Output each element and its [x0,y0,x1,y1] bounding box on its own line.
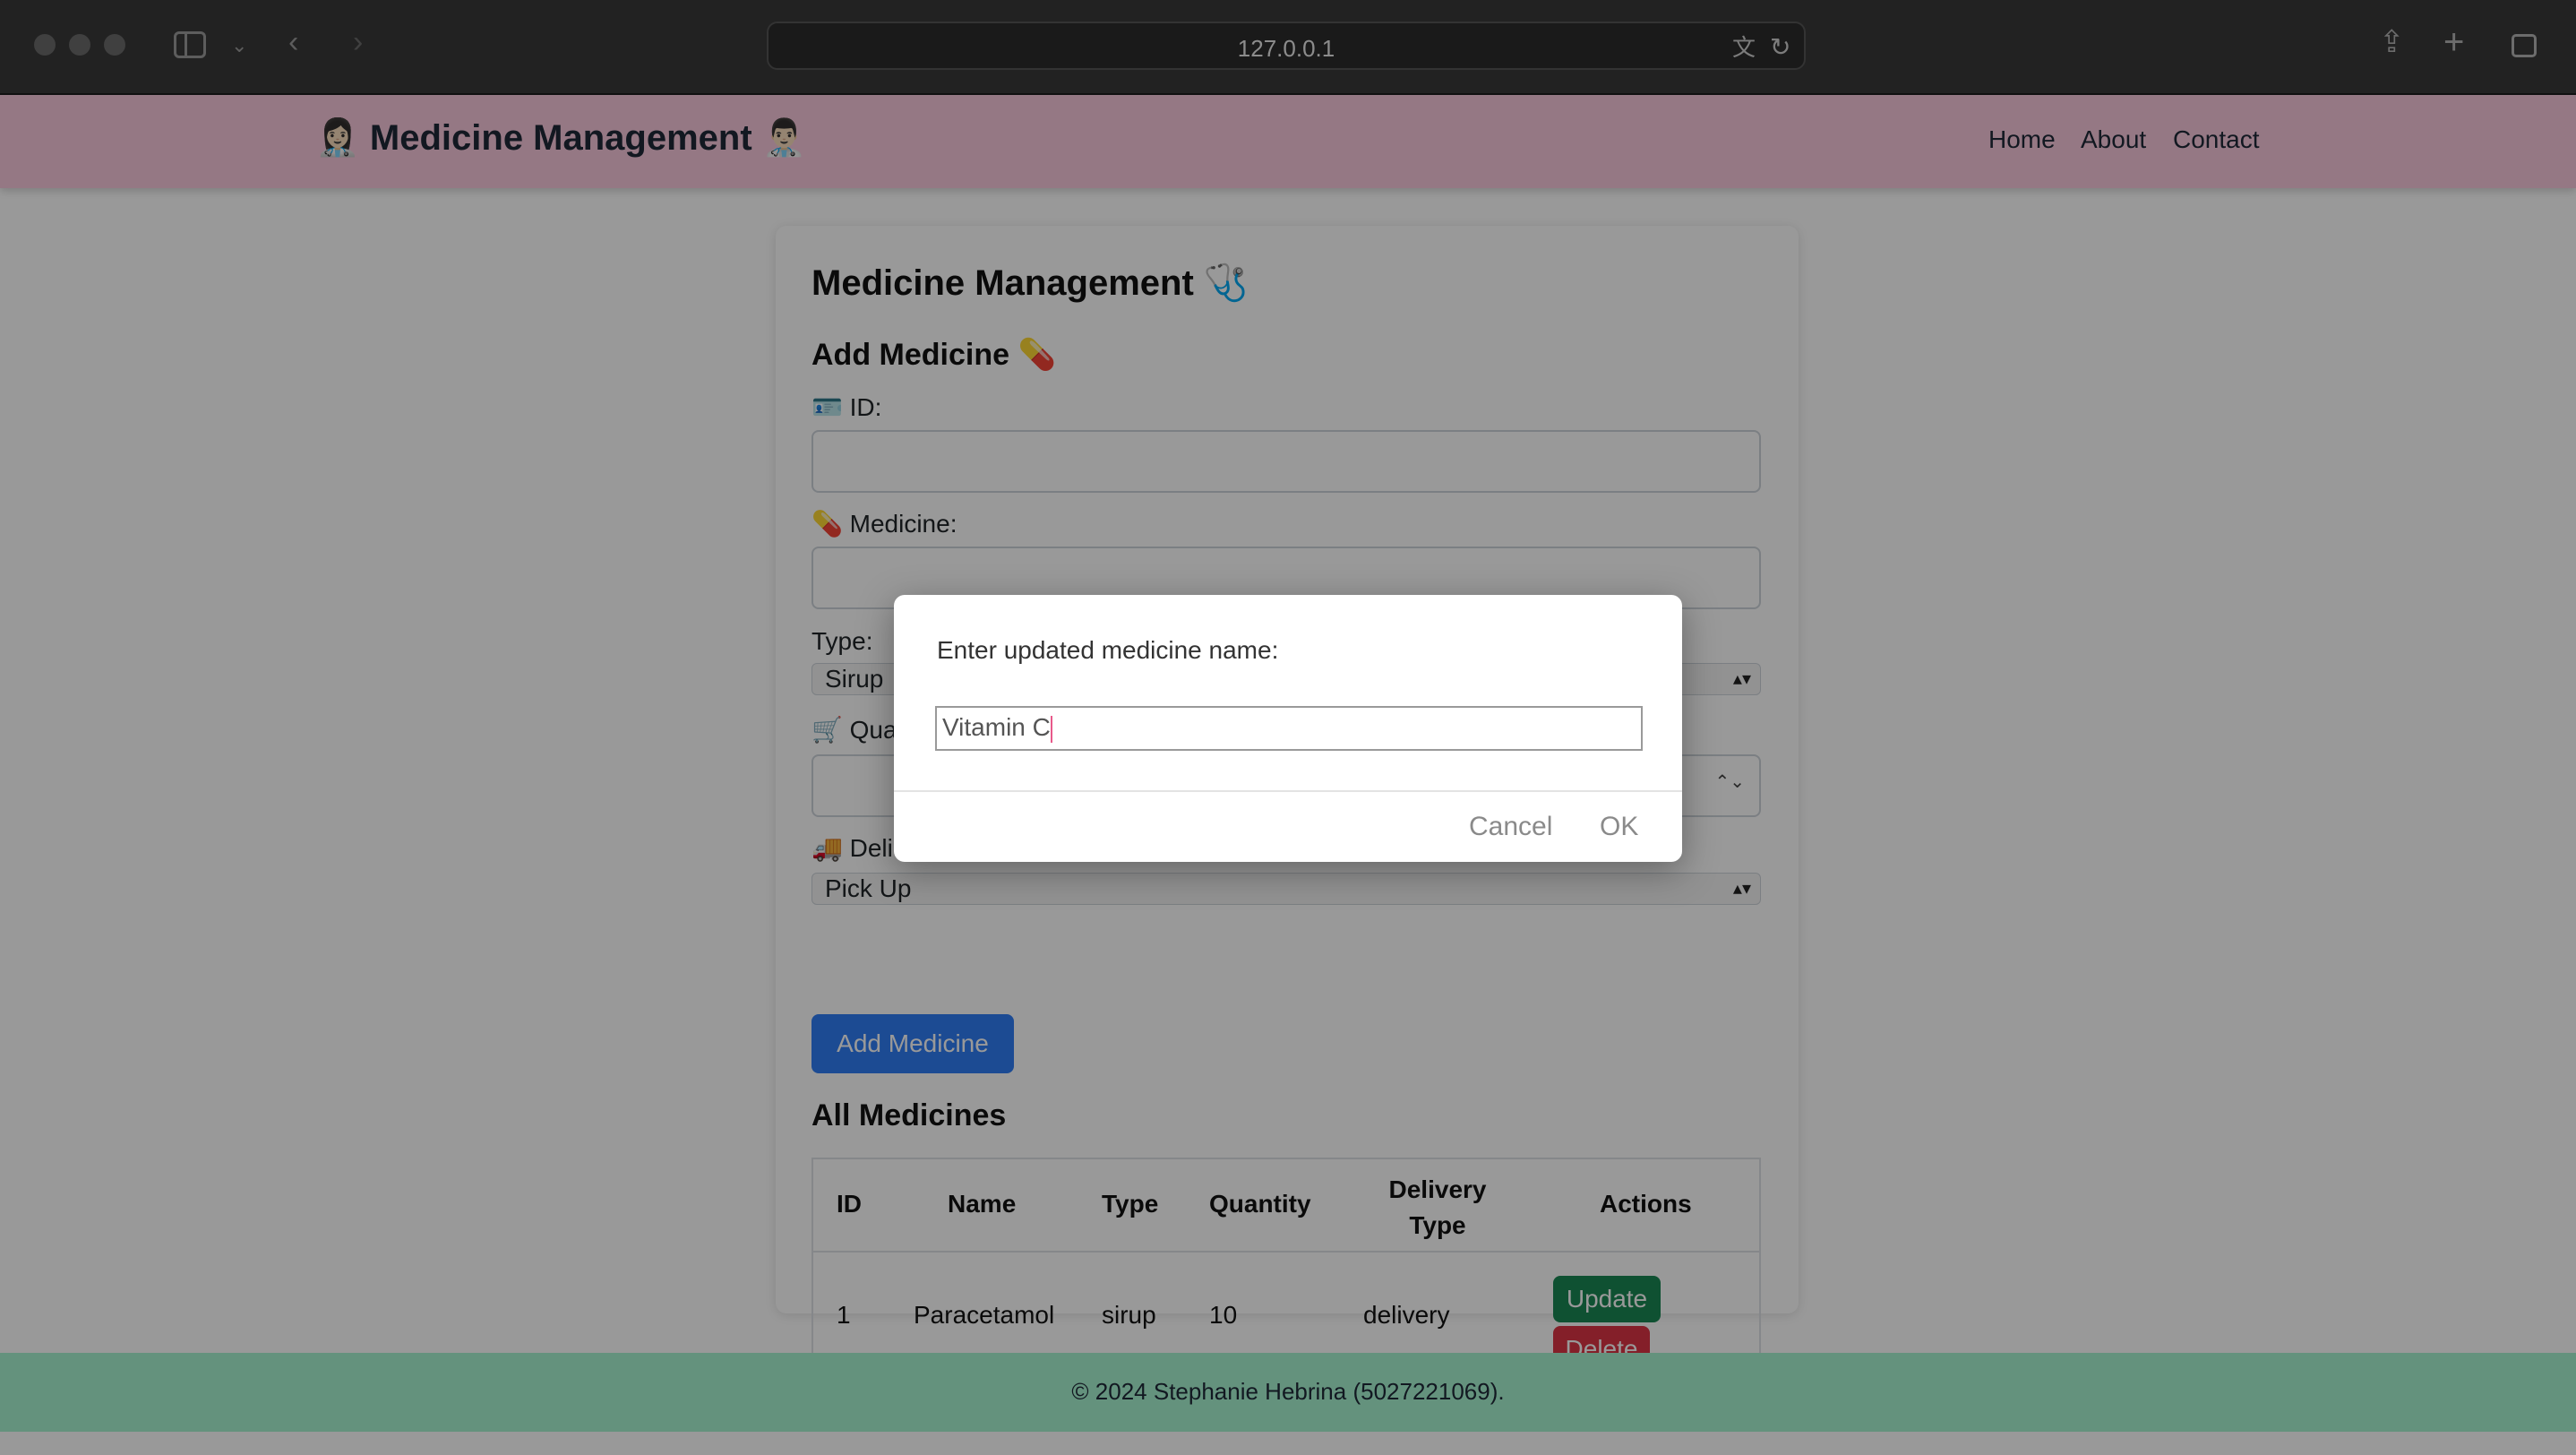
prompt-dialog: Enter updated medicine name: Vitamin C C… [894,595,1682,862]
dialog-message: Enter updated medicine name: [937,636,1279,664]
dialog-divider [894,790,1682,792]
dialog-input-value: Vitamin C [942,713,1051,741]
text-caret [1050,715,1052,743]
dialog-input[interactable]: Vitamin C [935,706,1643,751]
ok-button[interactable]: OK [1600,812,1638,842]
cancel-button[interactable]: Cancel [1469,812,1552,842]
